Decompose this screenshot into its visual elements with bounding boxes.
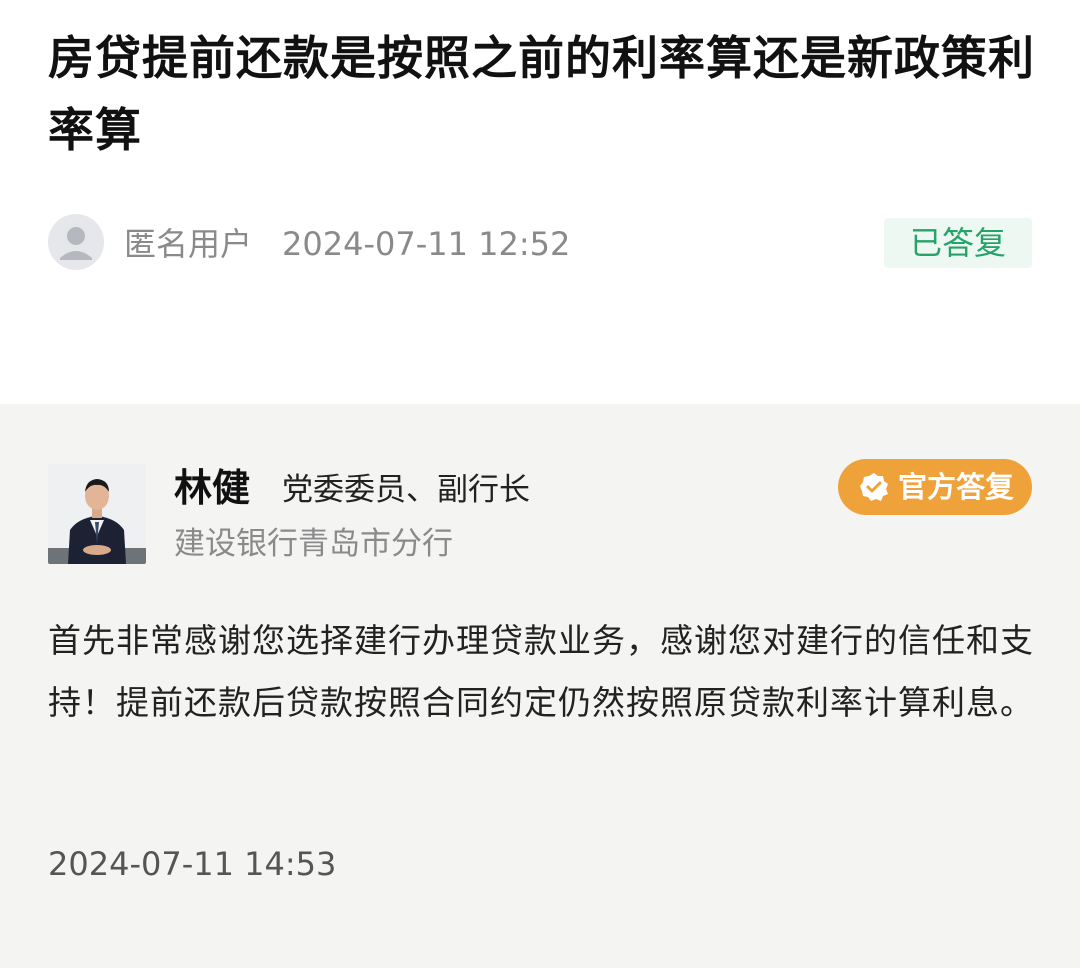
official-reply-label: 官方答复	[898, 470, 1015, 504]
asker-name: 匿名用户	[124, 225, 253, 263]
user-icon	[48, 214, 104, 270]
verified-check-icon	[860, 473, 888, 501]
asker-row: 匿名用户 2024-07-11 12:52 已答复	[48, 214, 1032, 270]
asked-time: 2024-07-11 12:52	[282, 225, 571, 263]
status-badge: 已答复	[884, 218, 1032, 268]
responder-org: 建设银行青岛市分行	[174, 526, 453, 562]
answered-time: 2024-07-11 14:53	[48, 845, 337, 883]
responder-title: 党委委员、副行长	[282, 472, 530, 508]
question-title: 房贷提前还款是按照之前的利率算还是新政策利率算	[48, 31, 1035, 157]
question-section: 房贷提前还款是按照之前的利率算还是新政策利率算 匿名用户 2024-07-11 …	[0, 0, 1080, 404]
official-reply-badge: 官方答复	[838, 459, 1032, 515]
responder-name: 林健	[174, 466, 251, 510]
responder-photo	[48, 464, 146, 564]
answer-body: 首先非常感谢您选择建行办理贷款业务，感谢您对建行的信任和支持！提前还款后贷款按照…	[48, 621, 1034, 722]
answer-section: 林健 党委委员、副行长 建设银行青岛市分行 官方答复 首先非常感谢您选择建行办理…	[0, 404, 1080, 968]
